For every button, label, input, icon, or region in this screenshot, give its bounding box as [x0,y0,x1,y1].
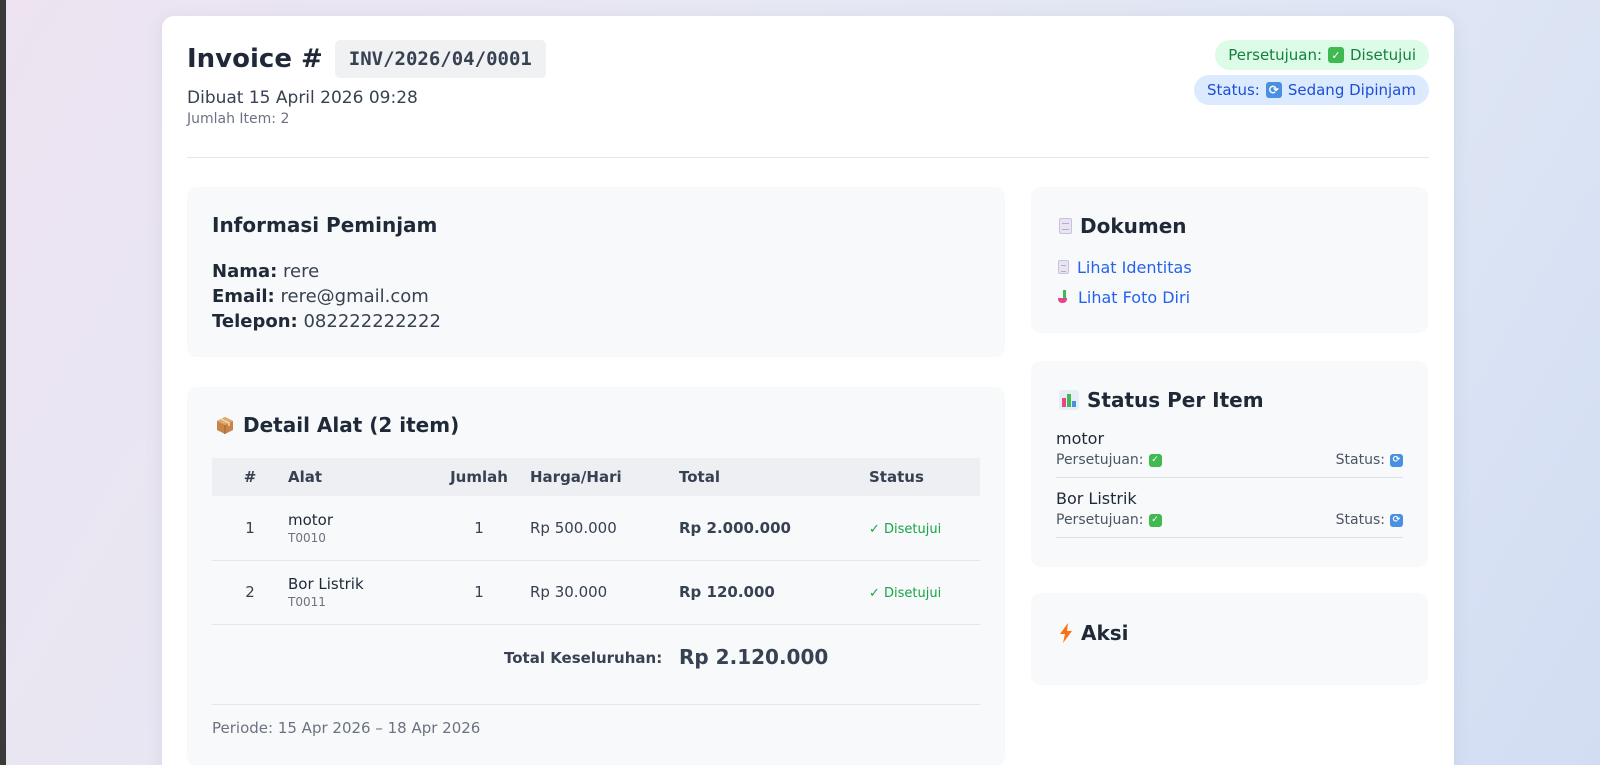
status-per-item-heading: Status Per Item [1087,388,1264,412]
row-price: Rp 30.000 [530,560,679,625]
check-icon: ✓ [1148,453,1162,467]
status-approved: ✓ Disetujui [869,586,942,601]
grand-total-label: Total Keseluruhan: [504,649,663,667]
status-label: Status: [1206,81,1260,99]
refresh-icon: ⟳ [1390,513,1403,527]
row-number: 1 [212,496,288,561]
borrower-email: rere@gmail.com [280,286,429,307]
col-total: Total [679,458,869,496]
status-item-approval: Persetujuan: ✓ [1056,452,1162,468]
package-icon [217,417,233,434]
status-badge: Status: ⟳ Sedang Dipinjam [1193,75,1429,105]
status-approved: ✓ Disetujui [869,521,942,537]
approval-value: Disetujui [1350,46,1416,64]
status-label: Status: [1335,512,1385,528]
invoice-code: INV/2026/04/0001 [334,40,546,78]
status-per-item-panel: Status Per Item motor Persetujuan: ✓ Stat… [1031,361,1428,567]
status-item-status: Status: ⟳ [1336,452,1403,468]
col-harga: Harga/Hari [530,458,679,496]
view-identity-label: Lihat Identitas [1077,257,1192,277]
borrower-name-line: Nama: rere [212,259,441,284]
row-alat: motor T0010 [288,496,428,561]
bar-chart-icon [1059,390,1079,410]
status-item-status: Status: ⟳ [1336,512,1403,528]
approval-label: Persetujuan: [1056,452,1144,468]
item-code: T0011 [288,595,326,609]
borrower-panel: Informasi Peminjam Nama: rere Email: rer… [187,187,1005,357]
borrower-heading: Informasi Peminjam [212,213,438,237]
table-row: 2 Bor Listrik T0011 1 Rp 30.000 Rp 120.0… [212,560,980,625]
check-icon: ✓ [1148,513,1162,527]
documents-heading-row: Dokumen [1059,214,1187,238]
col-alat: Alat [288,458,428,496]
hook-icon [1058,289,1070,305]
document-icon [1059,218,1072,234]
row-price: Rp 500.000 [530,496,679,561]
invoice-card: Invoice # INV/2026/04/0001 Dibuat 15 Apr… [162,16,1454,765]
row-total: Rp 2.000.000 [679,496,869,561]
item-name: motor [288,510,334,529]
grand-total-value: Rp 2.120.000 [679,645,829,669]
status-value: Sedang Dipinjam [1287,81,1416,99]
item-code: T0010 [288,530,326,545]
documents-panel: Dokumen Lihat Identitas Lihat Foto Diri [1031,187,1428,333]
borrower-phone: 082222222222 [303,311,441,332]
document-icon [1058,260,1069,274]
name-label: Nama: [212,261,278,282]
email-label: Email: [212,286,275,307]
refresh-icon: ⟳ [1265,82,1282,98]
col-status: Status [869,458,980,496]
borrower-name: rere [283,261,320,282]
row-qty: 1 [428,496,530,561]
invoice-title: Invoice # [187,44,323,74]
refresh-icon: ⟳ [1390,453,1403,467]
actions-heading: Aksi [1081,621,1129,645]
status-item-name: motor [1056,429,1105,448]
row-total: Rp 120.000 [679,560,869,625]
actions-panel: Aksi [1031,593,1428,685]
detail-panel: Detail Alat (2 item) # Alat Jumlah Harga… [187,387,1005,765]
rental-period: Periode: 15 Apr 2026 – 18 Apr 2026 [212,719,481,737]
table-header-row: # Alat Jumlah Harga/Hari Total Status [212,458,980,496]
invoice-header: Invoice # INV/2026/04/0001 Dibuat 15 Apr… [187,40,1429,158]
documents-heading: Dokumen [1080,214,1187,238]
view-photo-link[interactable]: Lihat Foto Diri [1058,287,1192,307]
item-name: Bor Listrik [288,575,364,593]
status-item: motor Persetujuan: ✓ Status: ⟳ [1056,429,1403,478]
status-item-name: Bor Listrik [1056,489,1137,508]
row-status: ✓ Disetujui [869,560,980,625]
borrower-phone-line: Telepon: 082222222222 [212,309,441,334]
approval-label: Persetujuan: [1228,46,1322,64]
grand-total-row: Total Keseluruhan: Rp 2.120.000 [212,633,980,705]
approval-label: Persetujuan: [1056,512,1144,528]
view-photo-label: Lihat Foto Diri [1078,287,1191,307]
borrower-email-line: Email: rere@gmail.com [212,284,441,309]
detail-heading-row: Detail Alat (2 item) [215,413,459,437]
col-number: # [212,458,288,496]
row-qty: 1 [428,560,530,625]
status-heading-row: Status Per Item [1059,388,1264,412]
view-identity-link[interactable]: Lihat Identitas [1058,257,1192,277]
item-count: Jumlah Item: 2 [187,111,290,127]
detail-heading: Detail Alat (2 item) [243,413,460,437]
phone-label: Telepon: [212,311,298,332]
row-alat: Bor Listrik T0011 [288,560,428,625]
row-number: 2 [212,560,288,625]
actions-heading-row: Aksi [1059,621,1129,645]
status-item-approval: Persetujuan: ✓ [1056,512,1162,528]
check-icon: ✓ [1328,47,1344,63]
approval-badge: Persetujuan: ✓ Disetujui [1215,40,1429,70]
status-item: Bor Listrik Persetujuan: ✓ Status: ⟳ [1056,489,1403,538]
lightning-icon [1060,623,1072,643]
items-table: # Alat Jumlah Harga/Hari Total Status 1 … [212,458,980,625]
status-label: Status: [1335,452,1385,468]
table-row: 1 motor T0010 1 Rp 500.000 Rp 2.000.000 … [212,496,980,561]
window-edge [0,0,6,765]
row-status: ✓ Disetujui [869,496,980,561]
col-jumlah: Jumlah [428,458,530,496]
